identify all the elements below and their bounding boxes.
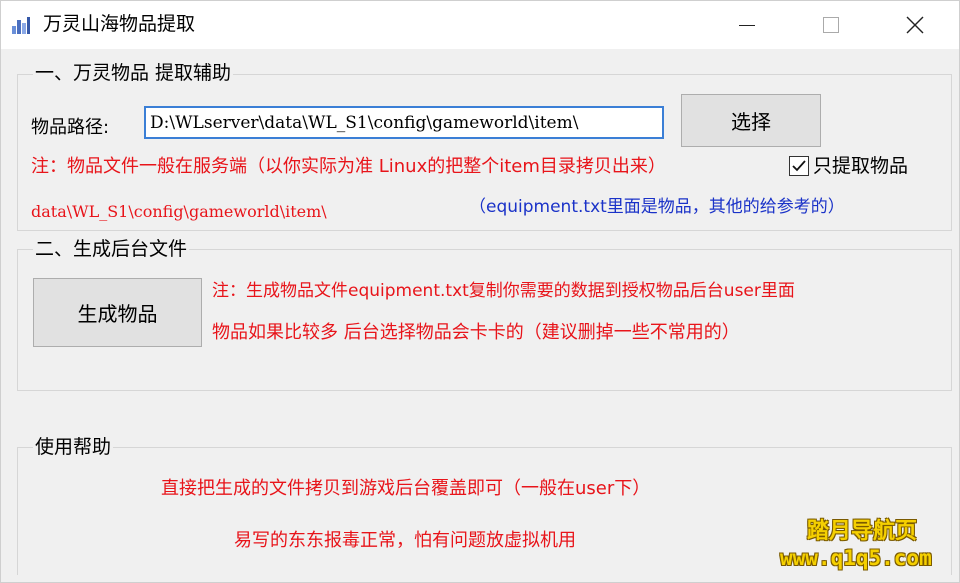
- generate-items-button[interactable]: 生成物品: [33, 278, 202, 347]
- generate-note-2: 物品如果比较多 后台选择物品会卡卡的（建议删掉一些不常用的）: [212, 322, 740, 343]
- window-title: 万灵山海物品提取: [43, 13, 196, 35]
- help-line-1: 直接把生成的文件拷贝到游戏后台覆盖即可（一般在user下）: [161, 478, 651, 499]
- extract-group-title: 一、万灵物品 提取辅助: [33, 61, 234, 85]
- help-group-title: 使用帮助: [33, 435, 114, 459]
- minimize-button[interactable]: [717, 1, 777, 49]
- equipment-hint: （equipment.txt里面是物品，其他的给参考的）: [469, 197, 845, 217]
- watermark-url: www.q1q5.com: [780, 546, 932, 570]
- server-path-note: 注：物品文件一般在服务端（以你实际为准 Linux的把整个item目录拷贝出来）: [31, 156, 666, 177]
- watermark-title: 踏月导航页: [807, 519, 918, 544]
- checkbox-box[interactable]: [789, 156, 809, 176]
- maximize-icon: [823, 17, 839, 33]
- items-only-label: 只提取物品: [813, 155, 909, 177]
- item-path-input[interactable]: D:\WLserver\data\WL_S1\config\gameworld\…: [144, 106, 664, 139]
- select-path-button[interactable]: 选择: [681, 94, 821, 147]
- path-label: 物品路径:: [31, 117, 110, 138]
- help-line-2: 易写的东东报毒正常，怕有问题放虚拟机用: [234, 530, 576, 551]
- chart-app-icon: [11, 15, 31, 35]
- example-path-note: data\WL_S1\config\gameworld\item\: [31, 202, 327, 221]
- close-icon: [906, 16, 924, 34]
- minimize-icon: [739, 24, 755, 26]
- app-window: 万灵山海物品提取 一、万灵物品 提取辅助 物品路径: D:\WLserver\d…: [0, 0, 960, 583]
- title-bar[interactable]: 万灵山海物品提取: [1, 1, 959, 49]
- checkmark-icon: [792, 160, 806, 172]
- generate-group-title: 二、生成后台文件: [33, 237, 190, 261]
- maximize-button[interactable]: [801, 1, 861, 49]
- close-button[interactable]: [885, 1, 945, 49]
- generate-note-1: 注：生成物品文件equipment.txt复制你需要的数据到授权物品后台user…: [212, 281, 795, 301]
- items-only-checkbox[interactable]: 只提取物品: [789, 154, 908, 178]
